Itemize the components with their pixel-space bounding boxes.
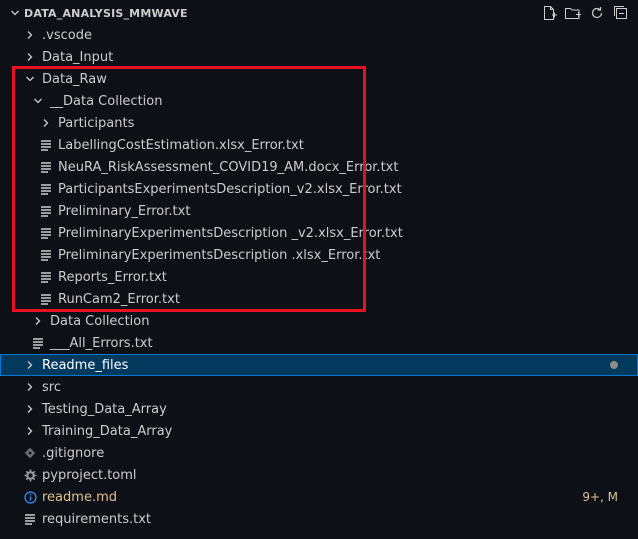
tree-item-label: .vscode	[42, 27, 92, 43]
chevron-down-icon	[30, 93, 46, 109]
tree-item-label: Preliminary_Error.txt	[58, 203, 191, 219]
file-item-preliminary-error-txt[interactable]: Preliminary_Error.txt	[0, 200, 638, 222]
explorer-actions	[540, 4, 630, 22]
tree-item-label: src	[42, 379, 61, 395]
tree-item-label: Data Collection	[50, 313, 150, 329]
chevron-right-icon	[22, 357, 38, 373]
tree-item-label: Data_Input	[42, 49, 114, 65]
folder-item-participants[interactable]: Participants	[0, 112, 638, 134]
file-item-participantsexperimentsdescription-v2-xlsx-error-txt[interactable]: ParticipantsExperimentsDescription_v2.xl…	[0, 178, 638, 200]
chevron-right-icon	[30, 313, 46, 329]
file-item-gitignore[interactable]: .gitignore	[0, 442, 638, 464]
folder-item-readme-files[interactable]: Readme_files	[0, 354, 638, 376]
tree-item-label: pyproject.toml	[42, 467, 137, 483]
row-status: 9+, M	[582, 486, 618, 508]
tree-item-label: Data_Raw	[42, 71, 107, 87]
tree-item-label: Reports_Error.txt	[58, 269, 167, 285]
new-folder-icon[interactable]	[564, 4, 582, 22]
file-item-readme-md[interactable]: readme.md 9+, M	[0, 486, 638, 508]
text-file-icon	[38, 137, 54, 153]
chevron-down-icon	[22, 71, 38, 87]
text-file-icon	[38, 203, 54, 219]
tree-item-label: LabellingCostEstimation.xlsx_Error.txt	[58, 137, 304, 153]
chevron-right-icon	[22, 401, 38, 417]
tree-item-label: Participants	[58, 115, 135, 131]
file-item-pyproject-toml[interactable]: pyproject.toml	[0, 464, 638, 486]
row-status	[610, 354, 618, 376]
new-file-icon[interactable]	[540, 4, 558, 22]
tree-item-label: RunCam2_Error.txt	[58, 291, 180, 307]
text-file-icon	[38, 291, 54, 307]
chevron-right-icon	[22, 27, 38, 43]
file-item-labellingcostestimation-xlsx-error-txt[interactable]: LabellingCostEstimation.xlsx_Error.txt	[0, 134, 638, 156]
file-item-reports-error-txt[interactable]: Reports_Error.txt	[0, 266, 638, 288]
file-item-preliminaryexperimentsdescription-v2-xlsx-error-txt[interactable]: PreliminaryExperimentsDescription _v2.xl…	[0, 222, 638, 244]
tree-item-label: Readme_files	[42, 357, 129, 373]
tree-item-label: readme.md	[42, 489, 117, 505]
tree-item-label: .gitignore	[42, 445, 105, 461]
text-file-icon	[38, 159, 54, 175]
folder-item-data-raw[interactable]: Data_Raw	[0, 68, 638, 90]
file-item-preliminaryexperimentsdescription-xlsx-error-txt[interactable]: PreliminaryExperimentsDescription .xlsx_…	[0, 244, 638, 266]
tree-item-label: ___All_Errors.txt	[50, 335, 153, 351]
git-icon	[22, 445, 38, 461]
tree-item-label: requirements.txt	[42, 511, 152, 527]
chevron-down-icon[interactable]	[8, 8, 22, 18]
folder-item-data-collection[interactable]: __Data Collection	[0, 90, 638, 112]
folder-item-src[interactable]: src	[0, 376, 638, 398]
status-badge: 9+, M	[582, 490, 618, 504]
file-tree: .vscode Data_Input Data_Raw __Data Collecti…	[0, 24, 638, 530]
folder-item-data-collection[interactable]: Data Collection	[0, 310, 638, 332]
collapse-all-icon[interactable]	[612, 4, 630, 22]
file-item-all-errors-txt[interactable]: ___All_Errors.txt	[0, 332, 638, 354]
chevron-right-icon	[22, 423, 38, 439]
folder-item-testing-data-array[interactable]: Testing_Data_Array	[0, 398, 638, 420]
tree-item-label: Testing_Data_Array	[42, 401, 167, 417]
tree-item-label: Training_Data_Array	[42, 423, 173, 439]
tree-item-label: ParticipantsExperimentsDescription_v2.xl…	[58, 181, 402, 197]
chevron-right-icon	[22, 379, 38, 395]
info-icon	[22, 489, 38, 505]
tree-item-label: NeuRA_RiskAssessment_COVID19_AM.docx_Err…	[58, 159, 399, 175]
file-item-neura-riskassessment-covid19-am-docx-error-txt[interactable]: NeuRA_RiskAssessment_COVID19_AM.docx_Err…	[0, 156, 638, 178]
folder-item-training-data-array[interactable]: Training_Data_Array	[0, 420, 638, 442]
text-file-icon	[38, 247, 54, 263]
file-item-runcam2-error-txt[interactable]: RunCam2_Error.txt	[0, 288, 638, 310]
tree-item-label: PreliminaryExperimentsDescription _v2.xl…	[58, 225, 403, 241]
tree-item-label: __Data Collection	[50, 93, 163, 109]
folder-item-vscode[interactable]: .vscode	[0, 24, 638, 46]
chevron-right-icon	[22, 49, 38, 65]
chevron-right-icon	[38, 115, 54, 131]
text-file-icon	[22, 511, 38, 527]
text-file-icon	[38, 269, 54, 285]
text-file-icon	[38, 181, 54, 197]
tree-item-label: PreliminaryExperimentsDescription .xlsx_…	[58, 247, 381, 263]
gear-icon	[22, 467, 38, 483]
modified-dot-icon	[610, 361, 618, 369]
folder-item-data-input[interactable]: Data_Input	[0, 46, 638, 68]
explorer-header[interactable]: DATA_ANALYSIS_MMWAVE	[0, 0, 638, 26]
refresh-icon[interactable]	[588, 4, 606, 22]
text-file-icon	[38, 225, 54, 241]
text-file-icon	[30, 335, 46, 351]
file-item-requirements-txt[interactable]: requirements.txt	[0, 508, 638, 530]
explorer-title: DATA_ANALYSIS_MMWAVE	[24, 6, 188, 20]
